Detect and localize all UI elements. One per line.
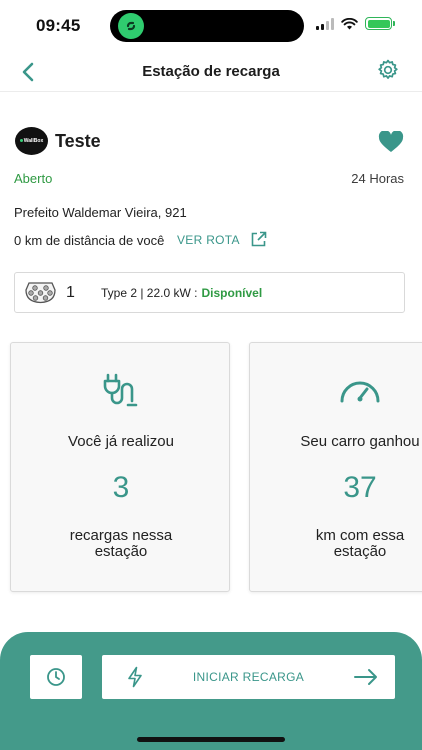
battery-charging-icon — [365, 17, 395, 30]
start-charging-button[interactable]: INICIAR RECARGA — [102, 655, 395, 699]
wifi-icon — [341, 17, 358, 29]
open-status: Aberto — [14, 171, 53, 186]
speedometer-icon — [340, 381, 380, 403]
stat-value: 37 — [343, 471, 377, 504]
history-button[interactable] — [30, 655, 82, 699]
view-route-link[interactable]: VER ROTA — [177, 233, 240, 247]
stat-value: 3 — [112, 471, 130, 504]
status-time: 09:45 — [36, 16, 81, 35]
clock-icon — [47, 668, 65, 686]
bottom-action-bar: INICIAR RECARGA — [0, 632, 422, 750]
distance-stat-card: Seu carro ganhou 37 km com essa estação — [249, 342, 422, 592]
home-indicator — [137, 737, 285, 742]
page-title: Estação de recarga — [142, 63, 280, 80]
connector-status: Disponível — [201, 286, 263, 300]
arrow-right-icon — [354, 669, 377, 685]
connector-spec: Type 2 | 22.0 kW : Disponível — [101, 286, 262, 300]
stat-caption: km com essa estação — [315, 527, 405, 560]
dynamic-island — [110, 10, 304, 42]
favorite-button[interactable] — [378, 130, 404, 153]
cellular-signal-icon — [316, 17, 334, 30]
stat-heading: Seu carro ganhou — [300, 433, 420, 450]
station-name: Teste — [55, 131, 101, 151]
connector-type: Type 2 | 22.0 kW : — [101, 286, 198, 300]
app-link-icon — [118, 13, 144, 39]
connector-count: 1 — [66, 284, 75, 301]
charger-cable-icon — [103, 373, 138, 407]
heart-icon — [378, 130, 404, 152]
nav-header: Estação de recarga — [0, 52, 422, 92]
settings-button[interactable] — [374, 56, 402, 84]
station-distance: 0 km de distância de você — [14, 233, 165, 248]
charges-stat-card: Você já realizou 3 recargas nessa estaçã… — [10, 342, 230, 592]
station-logo: WallBox — [15, 127, 48, 155]
type2-plug-icon — [25, 282, 56, 304]
station-address: Prefeito Waldemar Vieira, 921 — [14, 205, 187, 220]
gear-icon — [378, 59, 398, 79]
status-bar: 09:45 — [0, 0, 422, 52]
stat-heading: Você já realizou — [68, 433, 174, 450]
external-link-icon[interactable] — [250, 231, 267, 248]
opening-hours: 24 Horas — [351, 171, 404, 186]
stat-caption: recargas nessa estação — [69, 527, 173, 560]
connector-row[interactable]: 1 Type 2 | 22.0 kW : Disponível — [14, 272, 405, 313]
start-charging-label: INICIAR RECARGA — [192, 670, 305, 684]
